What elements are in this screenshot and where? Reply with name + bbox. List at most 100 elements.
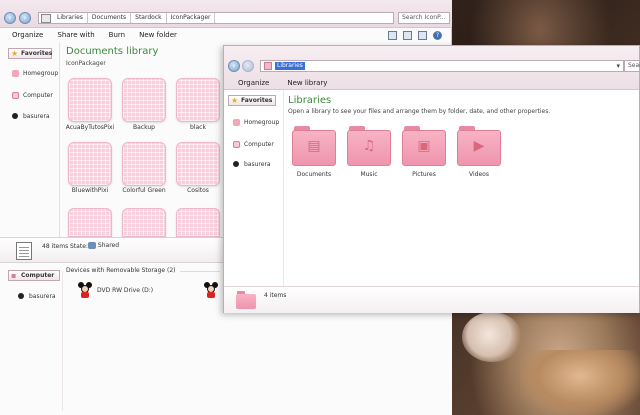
library-videos[interactable]: ▶ [457,126,501,166]
document-icon: ▤ [307,138,321,154]
navigation-pane: ★ Favorites Homegroup Computer basurera [224,90,284,290]
chevron-down-icon[interactable]: ▾ [616,61,620,71]
folder-tile-icon[interactable] [68,142,112,186]
address-path[interactable]: Libraries [275,62,305,70]
libraries-folder-icon [236,291,256,309]
crumb-libraries[interactable]: Libraries [53,13,88,23]
section-header-devices[interactable]: Devices with Removable Storage (2) [66,267,175,274]
back-button[interactable]: ‹ [4,12,16,24]
new-folder-button[interactable]: New folder [139,31,177,39]
library-documents[interactable]: ▤ [292,126,336,166]
homegroup-icon [233,119,240,126]
command-bar: Organize Share with Burn New folder [12,31,177,39]
state-value-text: Shared [97,242,120,249]
item-count: 4 items [264,292,287,299]
library-pictures[interactable]: ▣ [402,126,446,166]
crumb-stardock[interactable]: Stardock [131,13,167,23]
change-view-icon[interactable] [388,31,397,40]
sidebar-item-homegroup[interactable]: Homegroup [233,119,279,126]
computer-nav-label: Computer [21,272,55,279]
organize-button[interactable]: Organize [238,79,269,87]
item-label: Colorful Green [122,187,166,194]
folder-tile-icon[interactable] [122,142,166,186]
forward-button[interactable]: › [19,12,31,24]
sidebar-item-user[interactable]: basurera [12,113,50,120]
folder-tile-icon[interactable] [122,78,166,122]
item-label: Backup [133,124,155,131]
item-count: 48 items [42,243,69,250]
preview-pane-icon[interactable] [403,31,412,40]
computer-icon [12,92,19,99]
computer-label: Computer [244,141,274,148]
item-label: AcuaByTutosPixi [65,124,115,131]
library-label: Documents [296,171,332,178]
library-music[interactable]: ♫ [347,126,391,166]
favorites-label: Favorites [241,97,273,104]
command-bar: Organize New library [238,79,327,87]
wallpaper-detail [462,312,522,362]
crumb-iconpackager[interactable]: IconPackager [167,13,216,23]
library-subtitle[interactable]: IconPackager [66,60,106,67]
favorites-item[interactable]: ★ Favorites [228,95,276,106]
explorer-window-libraries[interactable]: ‹ › Libraries ▾ Search Organize New libr… [223,45,640,313]
folder-tile-icon[interactable] [122,208,166,237]
sidebar-item-homegroup[interactable]: Homegroup [12,70,58,77]
navigation-pane: ★ Favorites Homegroup Computer basurera [0,42,60,237]
homegroup-icon [12,70,19,77]
libraries-icon [264,62,272,70]
page-title: Libraries [288,95,332,106]
folder-view-icon [41,13,51,23]
shared-icon [88,242,96,249]
share-with-button[interactable]: Share with [57,31,94,39]
sidebar-item-computer[interactable]: Computer [12,92,53,99]
folder-tile-icon[interactable] [176,208,220,237]
user-label: basurera [244,161,271,168]
library-label: Pictures [412,171,436,178]
favorites-item[interactable]: ★ Favorites [8,48,52,59]
item-label: BluewithPixi [71,187,109,194]
folder-tile-icon[interactable] [68,78,112,122]
computer-nav-item[interactable]: ▪ Computer [8,270,60,281]
forward-button[interactable]: › [242,60,254,72]
library-details-icon [16,242,32,260]
user-icon [12,113,18,119]
sidebar-item-user[interactable]: basurera [233,161,271,168]
help-icon[interactable]: ? [433,31,442,40]
removable-drive-icon[interactable] [204,282,218,298]
burn-button[interactable]: Burn [109,31,125,39]
search-input[interactable]: Search [624,60,640,72]
folder-tile-icon[interactable] [176,78,220,122]
pictures-icon: ▣ [417,138,431,154]
title-and-address-area: ‹ › Libraries ▾ Search Organize New libr… [224,46,640,90]
dvd-drive-label[interactable]: DVD RW Drive (D:) [97,287,153,294]
sidebar-item-user-bottom[interactable]: basurera [18,293,56,300]
organize-button[interactable]: Organize [12,31,43,39]
breadcrumb[interactable]: Libraries Documents Stardock IconPackage… [38,12,394,24]
music-icon: ♫ [362,138,376,154]
section-divider [180,271,220,272]
folder-tile-icon[interactable] [176,142,220,186]
user-icon [233,161,239,167]
address-input[interactable]: Libraries ▾ [260,60,624,72]
wallpaper-detail-2 [520,350,640,415]
star-icon: ★ [231,96,239,105]
videos-icon: ▶ [473,138,485,154]
folder-tile-icon[interactable] [68,208,112,237]
sidebar-item-computer[interactable]: Computer [233,141,274,148]
details-pane-icon[interactable] [418,31,427,40]
library-label: Videos [469,171,489,178]
state-label: State: [70,243,88,250]
state-value: Shared [88,242,119,249]
computer-icon: ▪ [11,271,17,280]
item-label: black [190,124,206,131]
new-library-button[interactable]: New library [287,79,327,87]
pane-divider [62,271,63,411]
details-pane: 4 items [224,286,639,313]
dvd-drive-icon[interactable] [78,282,92,298]
computer-label: Computer [23,92,53,99]
back-button[interactable]: ‹ [228,60,240,72]
user-icon [18,293,24,299]
crumb-documents[interactable]: Documents [88,13,132,23]
favorites-label: Favorites [21,50,53,57]
search-input[interactable]: Search IconP... [398,12,450,24]
